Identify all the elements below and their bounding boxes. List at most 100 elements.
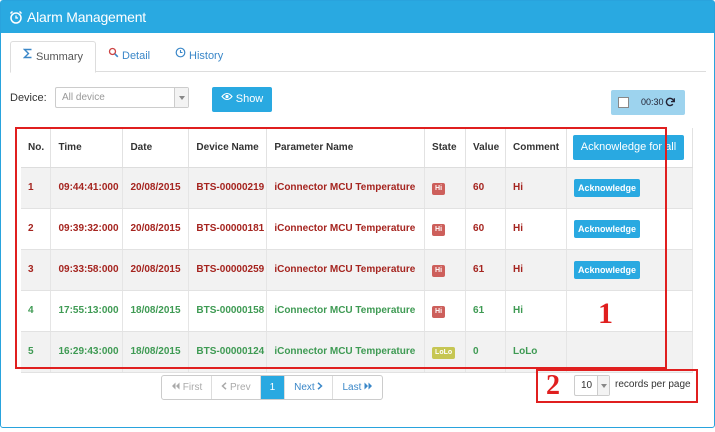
alarm-clock-icon: [9, 10, 23, 27]
auto-refresh-control: 00:30: [611, 90, 685, 115]
device-label: Device:: [10, 92, 47, 104]
acknowledge-button[interactable]: Acknowledge: [573, 260, 640, 279]
cell-date: 20/08/2015: [122, 167, 190, 209]
cell-comment: Hi: [505, 249, 567, 291]
table-header-row: No. Time Date Device Name Parameter Name…: [21, 128, 694, 168]
records-per-page-label: records per page: [615, 379, 691, 390]
cell-date: 20/08/2015: [122, 249, 190, 291]
show-button[interactable]: Show: [212, 87, 272, 112]
cell-no: 5: [21, 331, 52, 373]
cell-device: BTS-00000181: [188, 208, 268, 250]
refresh-timer: 00:30: [641, 97, 664, 107]
cell-state: LoLo: [424, 331, 467, 373]
column-header-date: Date: [122, 128, 190, 168]
cell-parameter: iConnector MCU Temperature: [266, 208, 426, 250]
column-header-no: No.: [21, 128, 52, 168]
cell-comment: Hi: [505, 208, 567, 250]
pagination-next-label: Next: [294, 382, 315, 393]
cell-parameter: iConnector MCU Temperature: [266, 167, 426, 209]
state-badge: Hi: [432, 264, 446, 277]
page-title: Alarm Management: [27, 9, 146, 25]
tab-detail-label: Detail: [122, 50, 151, 62]
cell-action: [566, 331, 694, 373]
column-header-comment: Comment: [505, 128, 567, 168]
state-badge: Hi: [432, 223, 446, 236]
double-chevron-right-icon: [364, 382, 373, 393]
cell-no: 1: [21, 167, 52, 209]
cell-parameter: iConnector MCU Temperature: [266, 331, 426, 373]
records-per-page-value: 10: [581, 380, 593, 391]
cell-value: 61: [465, 249, 506, 291]
column-header-state: State: [424, 128, 467, 168]
pagination-page-1[interactable]: 1: [260, 376, 286, 399]
panel-header: Alarm Management: [1, 1, 714, 33]
cell-time: 09:44:41:000: [50, 167, 124, 209]
column-header-action: Acknowledge for all: [566, 128, 694, 168]
sigma-icon: [22, 41, 33, 71]
history-clock-icon: [175, 40, 186, 70]
cell-time: 09:39:32:000: [50, 208, 124, 250]
cell-device: BTS-00000158: [188, 290, 268, 332]
pagination-first-button[interactable]: First: [162, 376, 213, 399]
column-header-time: Time: [50, 128, 124, 168]
cell-time: 16:29:43:000: [50, 331, 124, 373]
cell-no: 4: [21, 290, 52, 332]
tab-detail[interactable]: Detail: [96, 41, 162, 72]
auto-refresh-checkbox[interactable]: [618, 97, 629, 108]
show-button-label: Show: [235, 93, 264, 105]
cell-action: Acknowledge: [566, 249, 694, 291]
column-header-value: Value: [465, 128, 506, 168]
column-header-device-name: Device Name: [188, 128, 268, 168]
cell-value: 0: [465, 331, 506, 373]
table-row: 5 16:29:43:000 18/08/2015 BTS-00000124 i…: [21, 331, 694, 373]
acknowledge-button[interactable]: Acknowledge: [573, 178, 640, 197]
pagination-last-label: Last: [342, 382, 362, 393]
tab-bar: Summary Detail History: [10, 41, 706, 73]
chevron-down-icon: [174, 88, 188, 107]
cell-state: Hi: [424, 290, 467, 332]
pagination-prev-label: Prev: [230, 382, 251, 393]
cell-value: 60: [465, 167, 506, 209]
cell-action: Acknowledge: [566, 208, 694, 250]
device-select-value: All device: [62, 92, 105, 103]
cell-parameter: iConnector MCU Temperature: [266, 290, 426, 332]
chevron-left-icon: [221, 382, 230, 393]
chevron-down-icon: [597, 376, 609, 395]
cell-time: 09:33:58:000: [50, 249, 124, 291]
chevron-right-icon: [317, 382, 324, 393]
tab-summary[interactable]: Summary: [10, 41, 97, 73]
pagination-next-button[interactable]: Next: [285, 376, 334, 399]
cell-value: 61: [465, 290, 506, 332]
state-badge: Hi: [432, 305, 446, 318]
cell-state: Hi: [424, 208, 467, 250]
cell-comment: LoLo: [505, 331, 567, 373]
cell-device: BTS-00000259: [188, 249, 268, 291]
pagination-prev-button[interactable]: Prev: [212, 376, 261, 399]
cell-state: Hi: [424, 249, 467, 291]
pagination-first-label: First: [182, 382, 203, 393]
column-header-parameter-name: Parameter Name: [266, 128, 426, 168]
acknowledge-all-button[interactable]: Acknowledge for all: [572, 134, 684, 160]
cell-date: 20/08/2015: [122, 208, 190, 250]
refresh-icon[interactable]: [665, 97, 675, 110]
annotation-number-2: 2: [546, 370, 560, 401]
records-per-page-select[interactable]: 10: [574, 375, 610, 396]
cell-date: 18/08/2015: [122, 331, 190, 373]
acknowledge-button[interactable]: Acknowledge: [573, 219, 640, 238]
table-row: 1 09:44:41:000 20/08/2015 BTS-00000219 i…: [21, 167, 694, 209]
eye-icon: [221, 86, 233, 111]
cell-comment: Hi: [505, 167, 567, 209]
cell-state: Hi: [424, 167, 467, 209]
table-row: 3 09:33:58:000 20/08/2015 BTS-00000259 i…: [21, 249, 694, 291]
tab-history-label: History: [189, 50, 224, 62]
tab-history[interactable]: History: [163, 41, 235, 72]
table-row: 2 09:39:32:000 20/08/2015 BTS-00000181 i…: [21, 208, 694, 250]
table-row: 4 17:55:13:000 18/08/2015 BTS-00000158 i…: [21, 290, 694, 332]
annotation-number-1: 1: [598, 297, 613, 330]
pagination-last-button[interactable]: Last: [333, 376, 382, 399]
magnifier-icon: [108, 40, 119, 70]
device-select[interactable]: All device: [55, 87, 189, 108]
state-badge: Hi: [432, 182, 446, 195]
alarm-management-panel: Alarm Management Summary Detail History …: [0, 0, 715, 428]
cell-no: 3: [21, 249, 52, 291]
